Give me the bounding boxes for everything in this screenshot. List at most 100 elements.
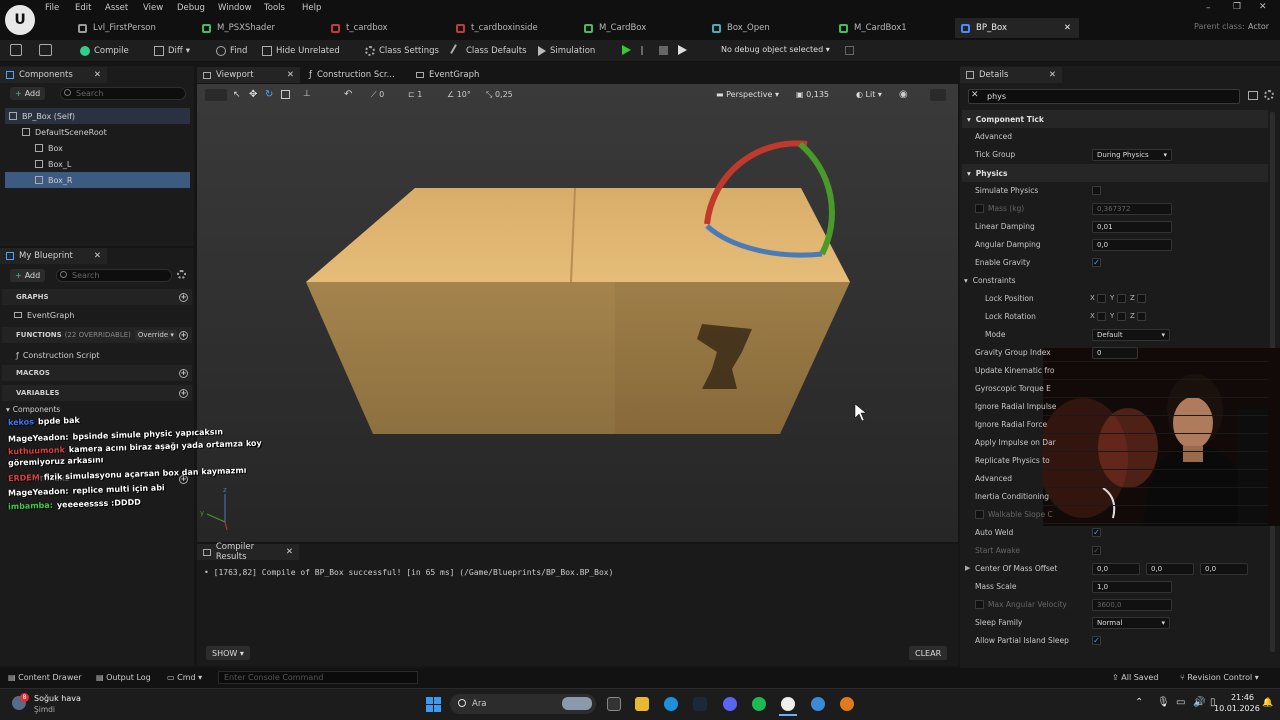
class-defaults-button[interactable]: Class Defaults: [450, 44, 527, 58]
console-command-input[interactable]: Enter Console Command: [218, 671, 418, 684]
hide-unrelated-button[interactable]: Hide Unrelated: [262, 44, 340, 58]
property-matrix-icon[interactable]: [1248, 91, 1258, 100]
property-input[interactable]: 0,0: [1092, 239, 1172, 251]
clock-time[interactable]: 21:46: [1228, 693, 1254, 702]
network-icon[interactable]: ▭: [1176, 697, 1185, 708]
details-search-input[interactable]: phys: [968, 89, 1240, 104]
my-blueprint-tab[interactable]: My Blueprint ✕: [0, 248, 107, 264]
clear-search-icon[interactable]: ✕: [971, 90, 979, 100]
doc-tab-t-cardbox[interactable]: t_cardbox: [325, 18, 448, 38]
lock-axis-checkbox[interactable]: [1097, 312, 1106, 321]
menu-tools[interactable]: Tools: [264, 2, 285, 14]
scale-icon[interactable]: [281, 90, 290, 99]
variables-section[interactable]: VARIABLES +: [2, 385, 192, 401]
notifications-icon[interactable]: 🔔: [1262, 698, 1273, 708]
property-checkbox[interactable]: ✓: [1092, 546, 1101, 555]
viewport-canvas[interactable]: z y: [197, 84, 958, 542]
clear-button[interactable]: CLEAR: [909, 646, 948, 660]
component-tree-item[interactable]: Box_L: [5, 156, 190, 172]
property-checkbox[interactable]: ✓: [1092, 528, 1101, 537]
blueprint-add-button[interactable]: + Add: [10, 269, 46, 282]
close-tab-icon[interactable]: ✕: [1049, 70, 1056, 80]
select-mode-icon[interactable]: ↖: [233, 90, 241, 100]
revision-control-button[interactable]: ⑂ Revision Control ▾: [1180, 673, 1259, 682]
compile-button[interactable]: Compile: [80, 44, 129, 58]
tab-construction-script[interactable]: ƒ Construction Scr...: [303, 67, 408, 83]
tray-chevron-icon[interactable]: ⌃: [1135, 697, 1143, 708]
menu-window[interactable]: Window: [218, 2, 252, 14]
doc-tab-lvl-firstperson[interactable]: Lvl_FirstPerson: [72, 18, 194, 38]
class-settings-button[interactable]: Class Settings: [365, 44, 439, 58]
component-tree-item[interactable]: DefaultSceneRoot: [5, 124, 190, 140]
close-tab-icon[interactable]: ✕: [286, 547, 293, 557]
override-checkbox[interactable]: [975, 600, 984, 609]
minimize-icon[interactable]: –: [1206, 3, 1211, 13]
compiler-results-tab[interactable]: Compiler Results ✕: [197, 542, 299, 562]
construction-script-item[interactable]: ƒ Construction Script: [16, 347, 100, 363]
add-variable-icon[interactable]: +: [179, 388, 188, 398]
details-category[interactable]: ▾ Physics: [962, 164, 1268, 182]
cmd-dropdown[interactable]: ▭ Cmd ▾: [167, 673, 202, 682]
vector-input[interactable]: 0,0: [1092, 563, 1140, 575]
eject-icon[interactable]: [678, 45, 687, 55]
menu-debug[interactable]: Debug: [177, 2, 205, 14]
camera-speed-dropdown[interactable]: ▣ 0,135: [796, 90, 829, 99]
property-input[interactable]: 1,0: [1092, 581, 1172, 593]
menu-file[interactable]: File: [45, 2, 59, 14]
spotify-icon[interactable]: [752, 697, 766, 711]
menu-help[interactable]: Help: [302, 2, 321, 14]
file-explorer-icon[interactable]: [635, 697, 649, 711]
coordinate-icon[interactable]: ⊥: [303, 89, 311, 99]
discord-icon[interactable]: [723, 697, 737, 711]
doc-tab-bp-box[interactable]: BP_Box ✕: [955, 18, 1079, 38]
override-dropdown[interactable]: Override ▾: [134, 330, 177, 340]
property-checkbox[interactable]: ✓: [1092, 636, 1101, 645]
components-tab[interactable]: Components ✕: [0, 67, 107, 83]
menu-view[interactable]: View: [143, 2, 163, 14]
gear-icon[interactable]: [1264, 90, 1274, 100]
stop-icon[interactable]: [659, 46, 668, 55]
property-input[interactable]: 0,01: [1092, 221, 1172, 233]
doc-tab-box-open[interactable]: Box_Open: [706, 18, 831, 38]
simulation-button[interactable]: Simulation: [538, 44, 595, 58]
perspective-dropdown[interactable]: ▬ Perspective ▾: [716, 90, 779, 99]
component-tree-item[interactable]: BP_Box (Self): [5, 108, 190, 124]
lock-axis-checkbox[interactable]: [1137, 312, 1146, 321]
translate-icon[interactable]: ✥: [249, 89, 257, 100]
graphs-section[interactable]: GRAPHS +: [2, 289, 192, 305]
close-tab-icon[interactable]: ✕: [1064, 23, 1071, 33]
property-dropdown[interactable]: Default ▾: [1092, 329, 1170, 341]
chevron-right-icon[interactable]: ▶: [965, 564, 970, 572]
property-checkbox[interactable]: [1092, 186, 1101, 195]
add-macro-icon[interactable]: +: [179, 368, 188, 378]
edge-icon[interactable]: [664, 697, 678, 711]
show-flags-icon[interactable]: ◉: [899, 89, 908, 100]
vector-input[interactable]: 0,0: [1146, 563, 1194, 575]
maximize-icon[interactable]: ❐: [1233, 2, 1241, 12]
add-graph-icon[interactable]: +: [179, 292, 188, 302]
blueprint-search-input[interactable]: Search: [56, 269, 172, 282]
windows-start-icon[interactable]: [426, 697, 441, 712]
unreal-logo-icon[interactable]: U: [5, 5, 35, 35]
all-saved-button[interactable]: ⇪ All Saved: [1112, 673, 1158, 682]
functions-section[interactable]: FUNCTIONS (22 OVERRIDABLE) Override ▾ +: [2, 327, 192, 343]
close-tab-icon[interactable]: ✕: [94, 251, 101, 261]
step-icon[interactable]: [641, 46, 650, 55]
event-graph-item[interactable]: EventGraph: [14, 307, 74, 323]
task-view-icon[interactable]: [607, 697, 621, 711]
doc-tab-t-cardboxinside[interactable]: t_cardboxinside: [450, 18, 576, 38]
macros-section[interactable]: MACROS +: [2, 365, 192, 381]
component-tree-item[interactable]: Box_R: [5, 172, 190, 188]
menu-edit[interactable]: Edit: [75, 2, 91, 14]
doc-tab-m-cardbox[interactable]: M_CardBox: [578, 18, 704, 38]
doc-tab-m-cardbox1[interactable]: M_CardBox1: [833, 18, 953, 38]
viewport-options-button[interactable]: [205, 89, 227, 101]
components-add-button[interactable]: + Add: [10, 87, 46, 100]
details-subcategory[interactable]: Advanced: [962, 470, 1268, 488]
parent-class-value[interactable]: Actor: [1248, 22, 1269, 31]
menu-asset[interactable]: Asset: [105, 2, 128, 14]
lock-axis-checkbox[interactable]: [1117, 312, 1126, 321]
grid-snap-toggle[interactable]: ⟋ 0: [371, 90, 384, 100]
find-button[interactable]: Find: [216, 44, 247, 58]
details-subcategory[interactable]: Advanced: [962, 128, 1268, 146]
